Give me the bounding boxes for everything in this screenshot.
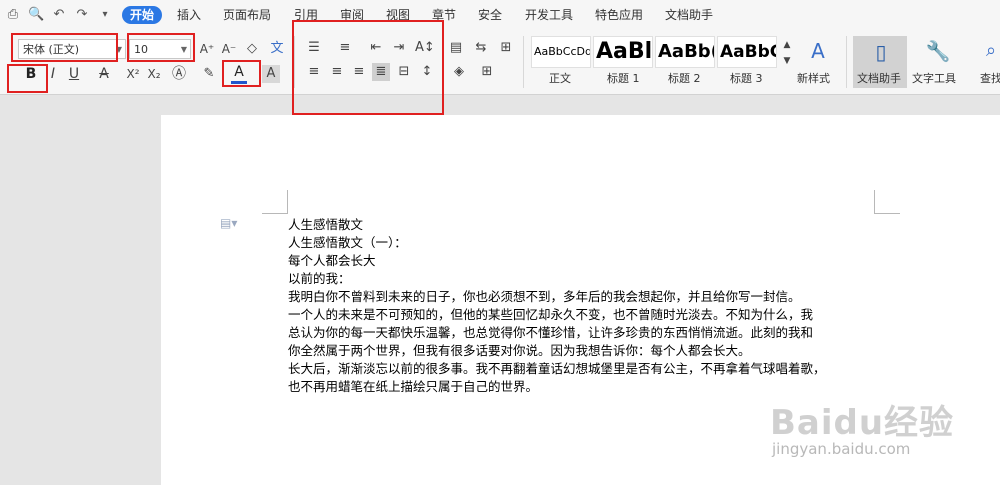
redo-icon[interactable]: ↷ (74, 7, 90, 23)
text-effect-icon[interactable]: Ⓐ (170, 65, 188, 83)
doc-assistant-icon: ▯ (875, 40, 887, 64)
doc-assistant-button[interactable]: ▯ 文档助手 (853, 36, 907, 88)
paragraph-shading-icon[interactable]: ◈ (450, 63, 468, 81)
underline-icon[interactable]: U (65, 65, 83, 83)
doc-line: 我明白你不曾料到未来的日子，你也必须想不到，多年后的我会想起你，并且给你写一封信… (288, 289, 801, 304)
watermark-logo: Baidu经验 (770, 403, 955, 443)
style-normal[interactable]: AaBbCcDd (531, 36, 591, 68)
undo-icon[interactable]: ↶ (51, 7, 67, 23)
style-preview: AaBbC (720, 42, 777, 62)
subscript-icon[interactable]: X₂ (145, 65, 163, 83)
style-preview: AaBbCcDd (534, 45, 591, 58)
annotation-box-paragraph (292, 20, 444, 115)
doc-line: 一个人的未来是不可预知的，但他的某些回忆却永久不变，也不曾随时光淡去。不知为什么… (288, 307, 814, 322)
style-heading-1[interactable]: AaBl (593, 36, 653, 68)
table-icon[interactable]: ⊞ (497, 39, 515, 57)
new-style-icon[interactable]: A (805, 38, 831, 64)
doc-line: 以前的我： (288, 271, 351, 286)
annotation-box-font-size (127, 33, 195, 62)
doc-line: 长大后，渐渐淡忘以前的很多事。我不再翻着童话幻想城堡里是否有公主，不再拿着气球唱… (288, 361, 826, 376)
divider (523, 36, 524, 88)
tab-insert[interactable]: 插入 (177, 6, 201, 24)
text-tools-button[interactable]: 文字工具 (912, 70, 956, 86)
wrench-icon[interactable]: 🔧 (925, 38, 951, 64)
print-icon[interactable]: ⎙ (5, 7, 21, 23)
shrink-font-icon[interactable]: A⁻ (220, 40, 238, 58)
doc-line: 每个人都会长大 (288, 253, 376, 268)
styles-scroll-down-icon[interactable]: ▼ (778, 52, 796, 70)
doc-assistant-label: 文档助手 (857, 72, 901, 85)
doc-line: 你全然属于两个世界，但我有很多话要对你说。因为我想告诉你：每个人都会长大。 (288, 343, 751, 358)
watermark-url: jingyan.baidu.com (772, 440, 911, 458)
doc-line: 也不再用蜡笔在纸上描绘只属于自己的世界。 (288, 379, 539, 394)
menu-tab-bar: ⎙ 🔍 ↶ ↷ ▾ 开始 插入 页面布局 引用 审阅 视图 章节 安全 开发工具… (0, 0, 1000, 30)
new-style-button[interactable]: 新样式 (797, 70, 830, 86)
style-preview: AaBb( (658, 41, 715, 62)
style-heading-2[interactable]: AaBb( (655, 36, 715, 68)
style-preview: AaBl (596, 39, 653, 64)
text-direction-icon[interactable]: ⇆ (472, 39, 490, 57)
crop-mark (287, 190, 288, 214)
divider (846, 36, 847, 88)
tab-security[interactable]: 安全 (478, 6, 502, 24)
customize-quick-access-icon[interactable]: ▾ (97, 7, 113, 23)
strikethrough-icon[interactable]: A (95, 65, 113, 83)
crop-mark (874, 190, 875, 214)
tab-special[interactable]: 特色应用 (595, 6, 643, 24)
crop-mark (262, 213, 288, 214)
crop-mark (874, 213, 900, 214)
phonetic-guide-icon[interactable]: 文 (268, 40, 286, 58)
annotation-box-font-name (11, 33, 118, 62)
char-shading-icon[interactable]: A (262, 65, 280, 83)
annotation-box-bold (7, 64, 48, 93)
borders-icon[interactable]: ⊞ (478, 63, 496, 81)
show-marks-icon[interactable]: ▤ (447, 39, 465, 57)
grow-font-icon[interactable]: A⁺ (198, 40, 216, 58)
superscript-icon[interactable]: X² (124, 65, 142, 83)
style-label: 正文 (549, 72, 571, 85)
style-label: 标题 3 (730, 72, 763, 85)
style-label: 标题 2 (668, 72, 701, 85)
find-icon[interactable]: ⌕ (980, 38, 1000, 64)
tab-home[interactable]: 开始 (122, 6, 163, 24)
doc-line: 人生感悟散文 (288, 217, 364, 232)
highlight-icon[interactable]: ✎ (200, 65, 218, 83)
style-heading-3[interactable]: AaBbC (717, 36, 777, 68)
doc-line: 总认为你的每一天都快乐温馨，也总觉得你不懂珍惜，让许多珍贵的东西悄悄流逝。此刻的… (288, 325, 814, 340)
annotation-box-font-color (222, 60, 261, 87)
paragraph-handle-icon[interactable]: ▤▾ (220, 216, 237, 230)
print-preview-icon[interactable]: 🔍 (28, 7, 44, 23)
clear-format-icon[interactable]: ◇ (243, 40, 261, 58)
find-button[interactable]: 查找 (980, 70, 1000, 86)
tab-doc-assistant[interactable]: 文档助手 (665, 6, 713, 24)
tab-page-layout[interactable]: 页面布局 (223, 6, 271, 24)
style-label: 标题 1 (607, 72, 640, 85)
tab-developer[interactable]: 开发工具 (525, 6, 573, 24)
doc-line: 人生感悟散文（一）： (288, 235, 407, 250)
